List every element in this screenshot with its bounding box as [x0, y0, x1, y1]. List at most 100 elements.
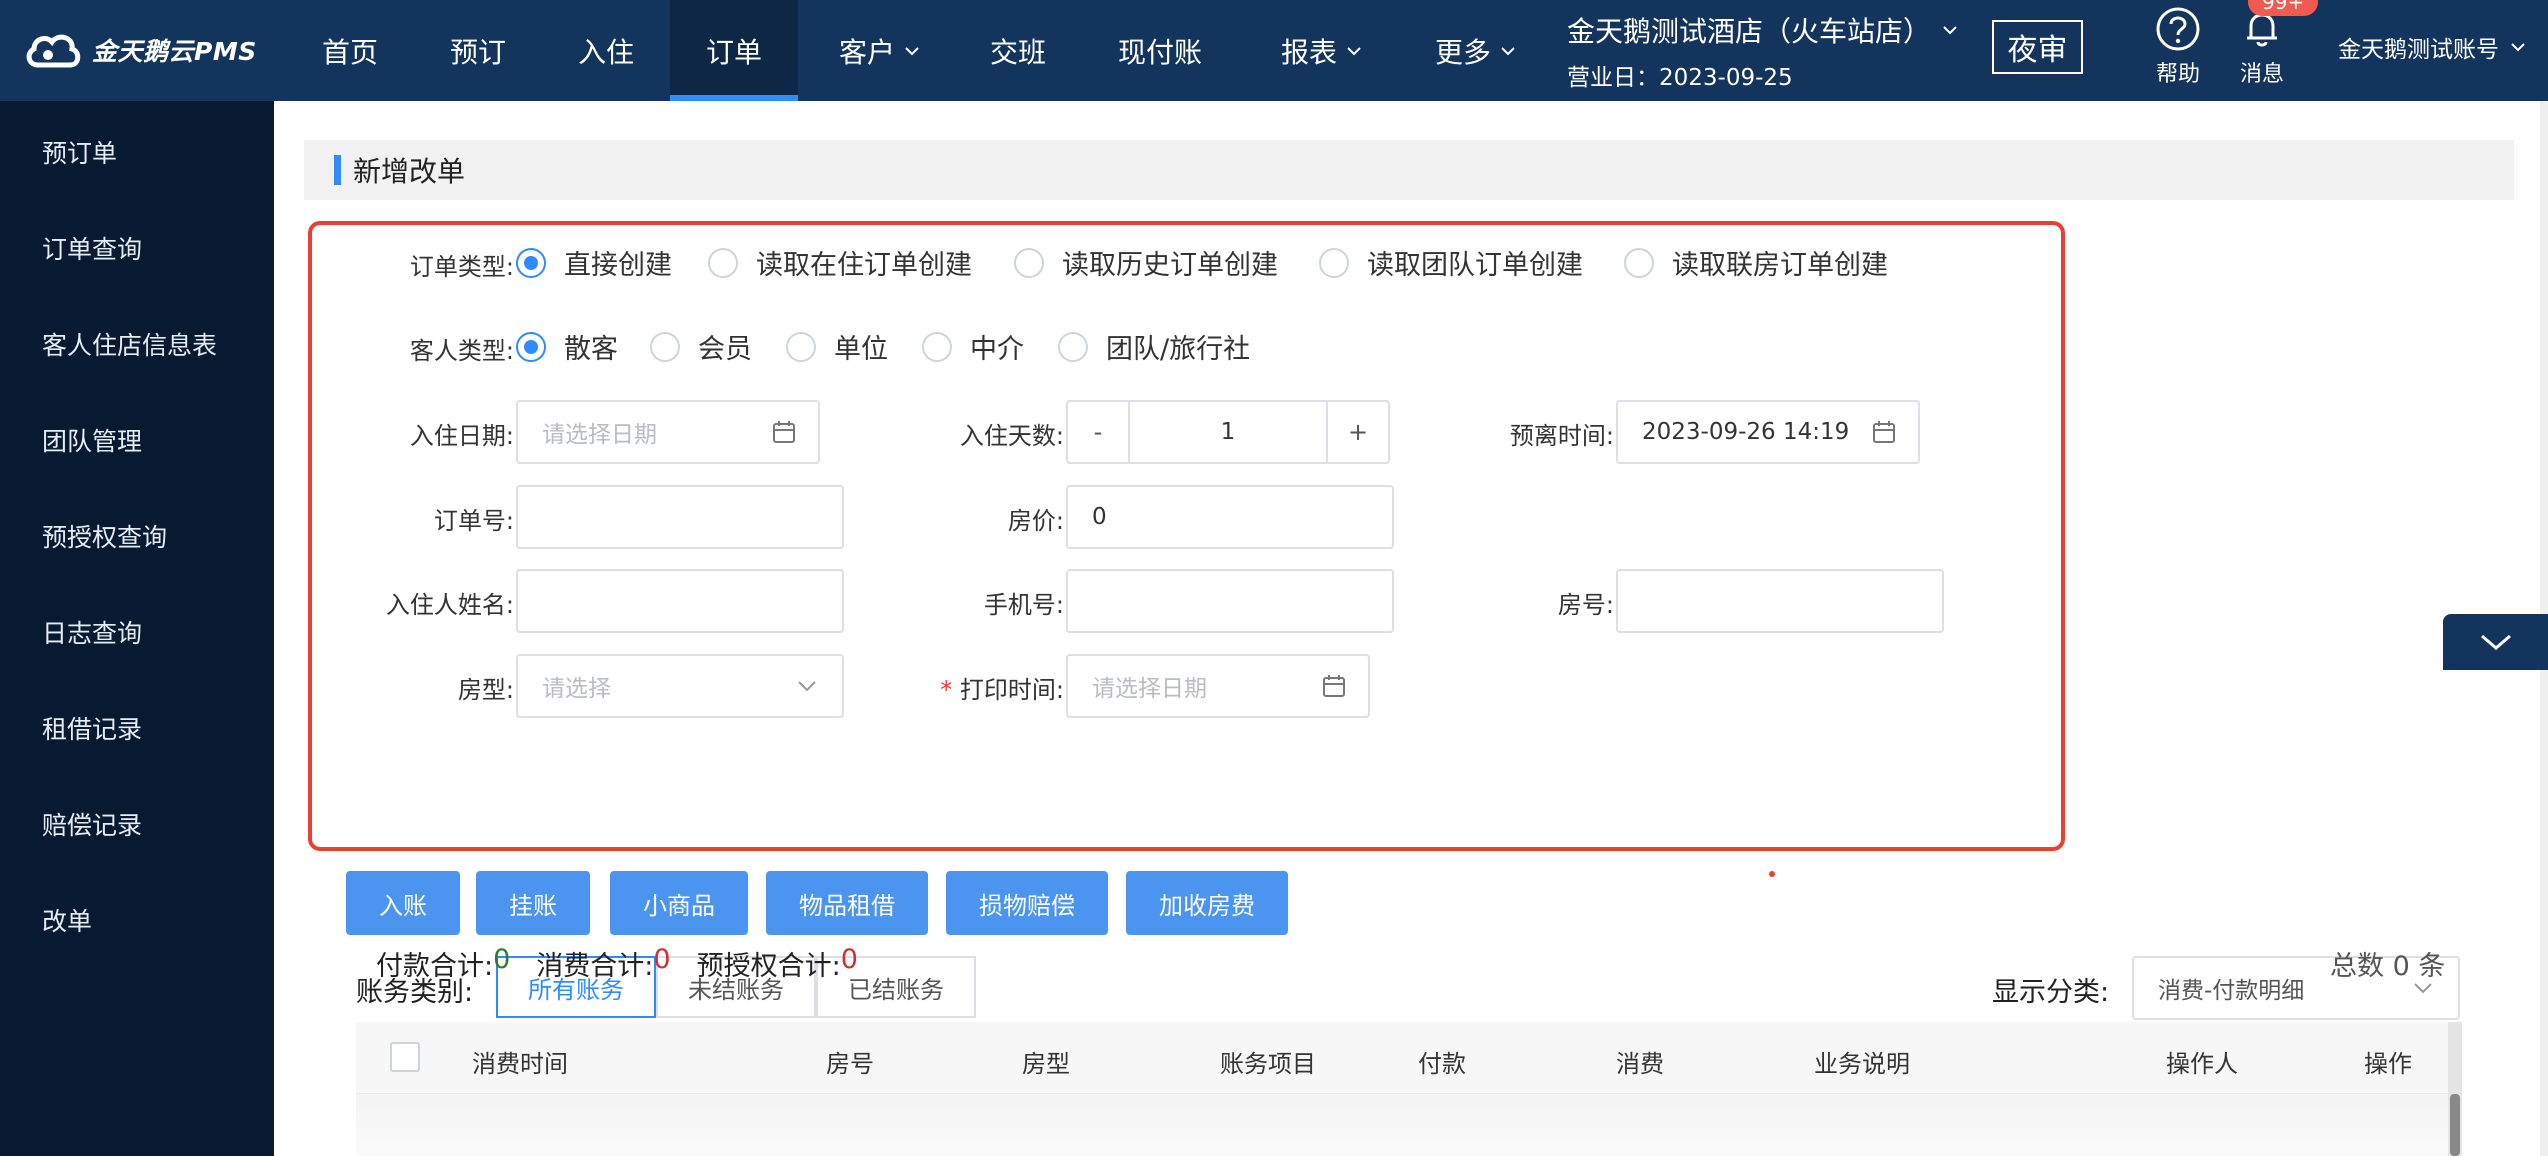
sidebar-item-reservations[interactable]: 预订单: [42, 134, 117, 170]
minibar-items-button[interactable]: 小商品: [610, 871, 748, 935]
sidebar-item-preauth-query[interactable]: 预授权查询: [42, 518, 167, 554]
radio-guest-group-travel[interactable]: 团队/旅行社: [1058, 327, 1250, 366]
column-header[interactable]: 操作人: [2166, 1044, 2238, 1079]
sidebar-item-log-query[interactable]: 日志查询: [42, 614, 142, 650]
consumption-total-value: 0: [653, 944, 671, 975]
post-charge-button[interactable]: 入账: [346, 871, 460, 935]
order-no-input[interactable]: [516, 485, 844, 549]
column-header[interactable]: 房号: [826, 1044, 874, 1079]
radio-dot: [1058, 331, 1088, 362]
sidebar: 预订单 订单查询 客人住店信息表 团队管理 预授权查询 日志查询 租借记录 赔偿…: [0, 101, 274, 1156]
order-no-label: 订单号:: [433, 507, 514, 535]
sidebar-item-order-modify[interactable]: 改单: [42, 902, 92, 938]
stay-days-input[interactable]: 1: [1128, 400, 1328, 464]
nav-orders[interactable]: 订单: [670, 0, 798, 101]
nav-cash-account[interactable]: 现付账: [1100, 0, 1220, 101]
payment-total-label: 付款合计:: [376, 951, 494, 982]
business-day: 营业日：2023-09-25: [1567, 65, 1793, 91]
consumption-total-label: 消费合计:: [536, 951, 654, 982]
nav-shift-handover[interactable]: 交班: [968, 0, 1068, 101]
page-title: 新增改单: [353, 155, 466, 188]
stay-days-increment[interactable]: +: [1326, 400, 1390, 464]
chevron-down-icon: [1943, 26, 1957, 35]
column-header[interactable]: 操作: [2364, 1044, 2412, 1079]
payment-total-value: 0: [493, 944, 511, 975]
print-time-picker[interactable]: 请选择日期: [1066, 654, 1370, 718]
stay-days-label: 入住天数:: [959, 422, 1064, 450]
chevron-down-icon: [2480, 634, 2511, 650]
table-scrollbar[interactable]: [2448, 1022, 2462, 1156]
checkout-time-label: 预离时间:: [1509, 422, 1614, 450]
checkout-time-value: 2023-09-26 14:19: [1642, 419, 1850, 445]
chevron-down-icon: [1501, 46, 1515, 55]
radio-guest-member[interactable]: 会员: [650, 327, 752, 366]
radio-dot: [708, 247, 738, 278]
messages-button[interactable]: 消息: [2227, 6, 2297, 88]
column-header[interactable]: 房型: [1022, 1044, 1070, 1079]
radio-guest-company[interactable]: 单位: [786, 327, 888, 366]
sidebar-item-guest-stay-info[interactable]: 客人住店信息表: [42, 326, 217, 362]
sidebar-item-compensation-records[interactable]: 赔偿记录: [42, 806, 142, 842]
charge-to-account-button[interactable]: 挂账: [476, 871, 590, 935]
column-header[interactable]: 账务项目: [1220, 1044, 1316, 1079]
room-price-input[interactable]: 0: [1066, 485, 1394, 549]
radio-dot: [1319, 247, 1349, 278]
item-rental-button[interactable]: 物品租借: [766, 871, 928, 935]
room-no-label: 房号:: [1557, 591, 1614, 619]
checkout-time-picker[interactable]: 2023-09-26 14:19: [1616, 400, 1920, 464]
radio-guest-walkin[interactable]: 散客: [516, 327, 618, 366]
checkin-date-label: 入住日期:: [409, 422, 514, 450]
radio-order-linked-room[interactable]: 读取联房订单创建: [1624, 243, 1888, 282]
radio-order-inhouse[interactable]: 读取在住订单创建: [708, 243, 972, 282]
night-audit-button[interactable]: 夜审: [1992, 20, 2083, 74]
radio-order-history[interactable]: 读取历史订单创建: [1014, 243, 1278, 282]
nav-more[interactable]: 更多: [1416, 0, 1536, 101]
room-no-input[interactable]: [1616, 569, 1944, 633]
collapse-toggle[interactable]: [2443, 614, 2548, 670]
extra-room-charge-button[interactable]: 加收房费: [1126, 871, 1288, 935]
column-header[interactable]: 业务说明: [1814, 1044, 1910, 1079]
sidebar-item-order-query[interactable]: 订单查询: [42, 230, 142, 266]
nav-label: 报表: [1280, 35, 1337, 69]
chevron-down-icon: [1347, 46, 1361, 55]
room-type-select[interactable]: 请选择: [516, 654, 844, 718]
radio-order-group[interactable]: 读取团队订单创建: [1319, 243, 1583, 282]
nav-label: 交班: [989, 35, 1046, 69]
checkin-date-picker[interactable]: 请选择日期: [516, 400, 820, 464]
stay-days-decrement[interactable]: -: [1066, 400, 1130, 464]
top-navigation-bar: 金天鹅云PMS 首页 预订 入住 订单 客户 交班 现付账 报表 更多 金天鹅测…: [0, 0, 2548, 101]
help-button[interactable]: 帮助: [2143, 6, 2213, 88]
column-header[interactable]: 消费时间: [472, 1044, 568, 1079]
radio-guest-agent[interactable]: 中介: [922, 327, 1024, 366]
guest-name-input[interactable]: [516, 569, 844, 633]
damage-compensation-button[interactable]: 损物赔偿: [946, 871, 1108, 935]
nav-reservation[interactable]: 预订: [428, 0, 528, 101]
scrollbar-thumb[interactable]: [2450, 1094, 2460, 1156]
brand-logo[interactable]: 金天鹅云PMS: [24, 26, 257, 74]
account-menu[interactable]: 金天鹅测试账号: [2338, 30, 2527, 64]
radio-dot: [650, 331, 680, 362]
column-header[interactable]: 付款: [1418, 1044, 1466, 1079]
radio-label: 读取历史订单创建: [1062, 250, 1278, 281]
hotel-selector[interactable]: 金天鹅测试酒店（火车站店） 营业日：2023-09-25: [1567, 10, 1959, 92]
guest-type-label: 客人类型:: [409, 337, 514, 365]
sidebar-item-rental-records[interactable]: 租借记录: [42, 710, 142, 746]
nav-label: 首页: [321, 35, 378, 69]
nav-reports[interactable]: 报表: [1262, 0, 1382, 101]
nav-checkin[interactable]: 入住: [556, 0, 656, 101]
phone-input[interactable]: [1066, 569, 1394, 633]
chevron-down-icon: [905, 46, 919, 55]
radio-dot: [516, 331, 546, 362]
sidebar-item-group-management[interactable]: 团队管理: [42, 422, 142, 458]
checkin-date-placeholder: 请选择日期: [542, 422, 657, 448]
help-label: 帮助: [2155, 62, 2200, 87]
nav-home[interactable]: 首页: [300, 0, 400, 101]
title-accent-bar: [334, 155, 341, 185]
nav-customers[interactable]: 客户: [820, 0, 940, 101]
select-all-checkbox[interactable]: [390, 1042, 420, 1072]
accounts-table-header: 消费时间 房号 房型 账务项目 付款 消费 业务说明 操作人 操作: [356, 1022, 2456, 1094]
radio-label: 单位: [834, 334, 888, 365]
column-header[interactable]: 消费: [1616, 1044, 1664, 1079]
radio-order-direct[interactable]: 直接创建: [516, 243, 672, 282]
calendar-icon: [773, 421, 795, 443]
